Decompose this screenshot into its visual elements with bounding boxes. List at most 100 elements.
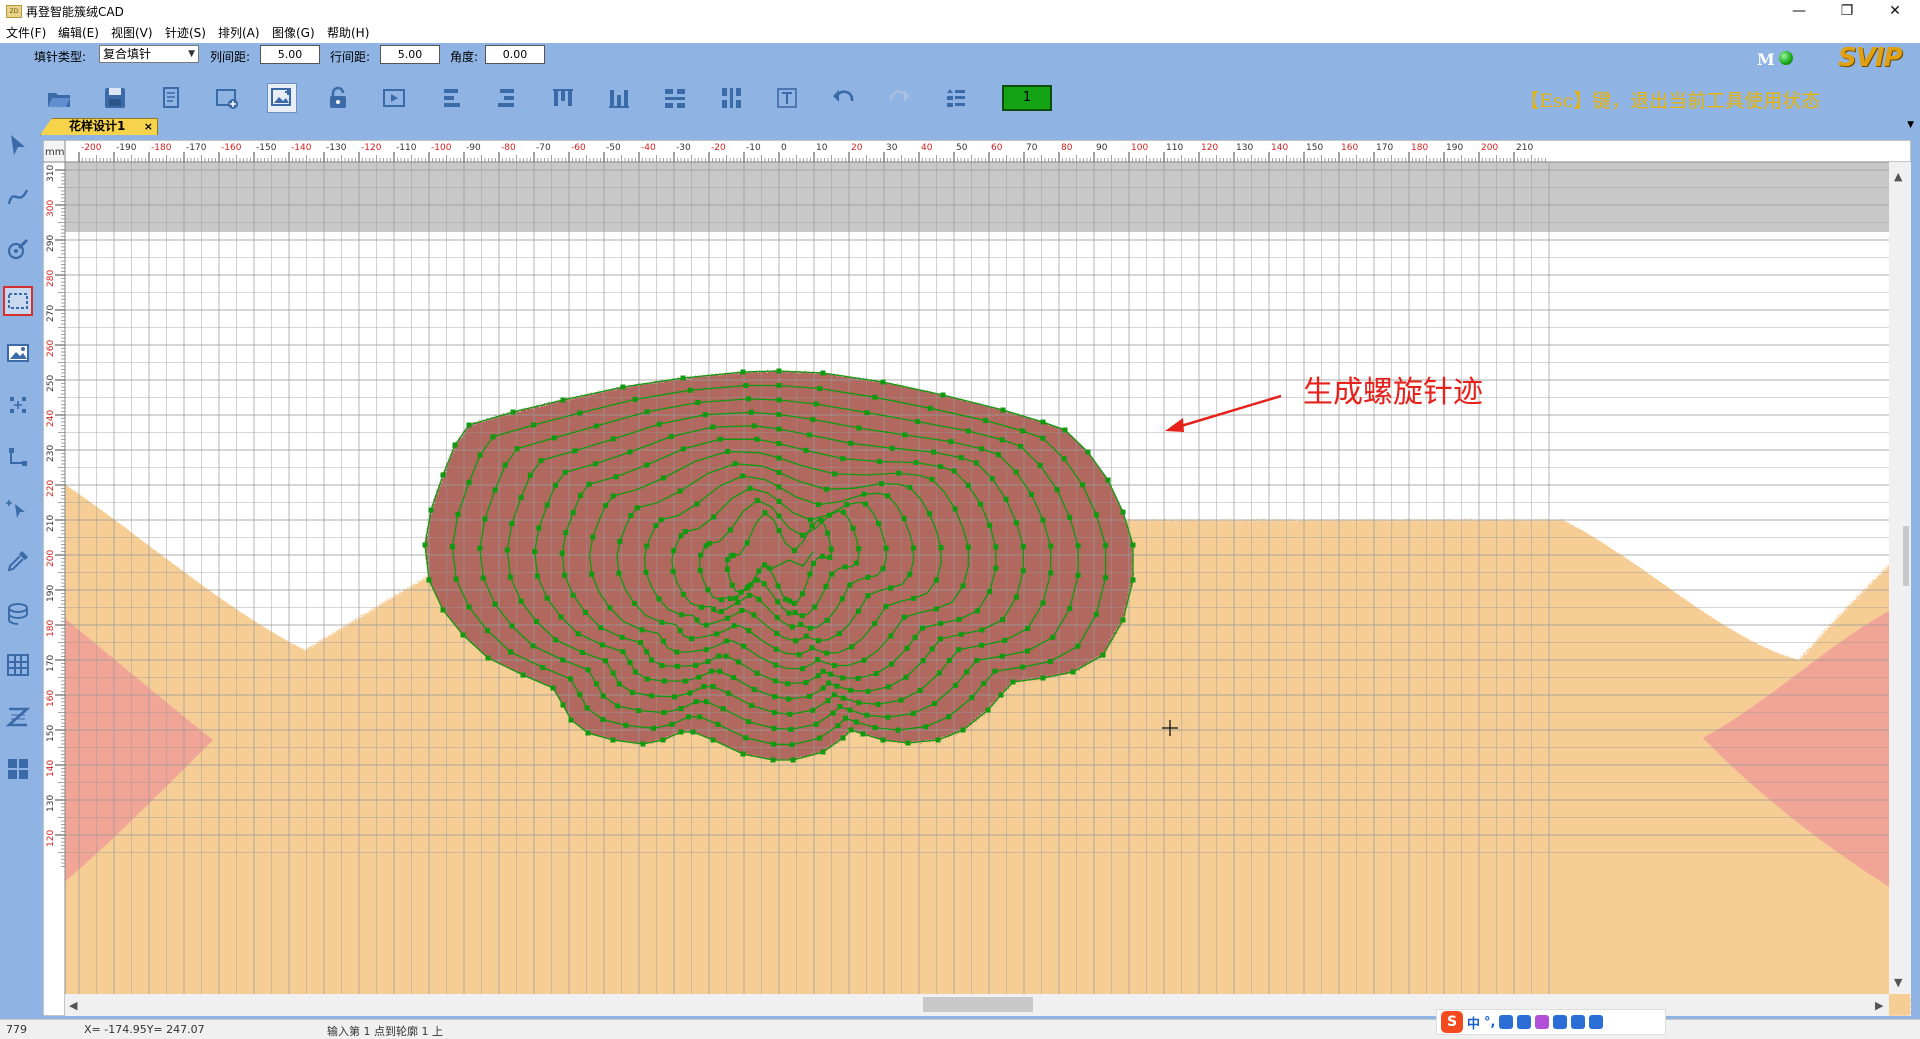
stitch-point[interactable] <box>815 673 821 679</box>
stitch-point[interactable] <box>1040 419 1046 425</box>
stitch-point[interactable] <box>756 596 762 602</box>
stitch-point[interactable] <box>553 637 559 643</box>
stitch-point[interactable] <box>931 449 937 455</box>
stitch-point[interactable] <box>965 544 971 550</box>
fill-type-select[interactable]: 复合填针 ▼ <box>99 45 199 63</box>
col-spacing-input[interactable]: 5.00 <box>260 45 320 64</box>
stitch-point[interactable] <box>981 680 987 686</box>
stitch-point[interactable] <box>607 605 613 611</box>
stitch-point[interactable] <box>723 653 729 659</box>
stitch-point[interactable] <box>974 608 980 614</box>
stitch-point[interactable] <box>453 576 459 582</box>
stitch-point[interactable] <box>518 495 524 501</box>
stitch-point[interactable] <box>509 623 515 629</box>
stitch-point[interactable] <box>751 612 757 618</box>
stitch-point[interactable] <box>864 712 870 718</box>
stitch-point[interactable] <box>1020 664 1026 670</box>
stitch-point[interactable] <box>923 724 929 730</box>
stitch-point[interactable] <box>889 661 895 667</box>
menu-file[interactable]: 文件(F) <box>6 24 46 41</box>
stitch-point[interactable] <box>482 516 488 522</box>
stitch-point[interactable] <box>855 675 861 681</box>
stitch-point[interactable] <box>466 480 472 486</box>
stitch-point[interactable] <box>570 510 576 516</box>
stitch-point[interactable] <box>910 710 916 716</box>
stitch-point[interactable] <box>912 634 918 640</box>
stitch-point[interactable] <box>1105 477 1111 483</box>
stitch-point[interactable] <box>872 394 878 400</box>
scroll-right-icon[interactable]: ▶ <box>1875 999 1884 1012</box>
stitch-point[interactable] <box>1000 617 1006 623</box>
ime-toolbar[interactable]: S 中 °, <box>1436 1009 1666 1035</box>
stitch-point[interactable] <box>789 742 795 748</box>
stitch-point[interactable] <box>999 653 1005 659</box>
stitch-point[interactable] <box>694 617 700 623</box>
stitch-point[interactable] <box>735 599 741 605</box>
stitch-point[interactable] <box>504 547 510 553</box>
connect-icon[interactable] <box>3 442 33 472</box>
stitch-point[interactable] <box>903 674 909 680</box>
stitch-point[interactable] <box>840 695 846 701</box>
stitch-point[interactable] <box>835 723 841 729</box>
stitch-point[interactable] <box>671 548 677 554</box>
stitch-point[interactable] <box>973 460 979 466</box>
stitch-point[interactable] <box>644 543 650 549</box>
stitch-point[interactable] <box>449 544 455 550</box>
open-folder-icon[interactable] <box>44 83 74 113</box>
stitch-point[interactable] <box>568 676 574 682</box>
stitch-point[interactable] <box>1130 542 1136 548</box>
stitch-point[interactable] <box>631 600 637 606</box>
stitch-point[interactable] <box>627 449 633 455</box>
menu-arrange[interactable]: 排列(A) <box>218 24 260 41</box>
stitch-point[interactable] <box>850 525 856 531</box>
stitch-point[interactable] <box>983 418 989 424</box>
stitch-point[interactable] <box>725 448 731 454</box>
stitch-point[interactable] <box>987 522 993 528</box>
stitch-point[interactable] <box>861 491 867 497</box>
stitch-point[interactable] <box>946 714 952 720</box>
zigzag-icon[interactable] <box>3 702 33 732</box>
stitch-point[interactable] <box>772 694 778 700</box>
stitch-point[interactable] <box>428 507 434 513</box>
stitch-point[interactable] <box>842 564 848 570</box>
stitch-point[interactable] <box>953 682 959 688</box>
stitch-point[interactable] <box>661 710 667 716</box>
stitch-point[interactable] <box>610 670 616 676</box>
stitch-point[interactable] <box>744 540 750 546</box>
stitch-point[interactable] <box>729 582 735 588</box>
stitch-point[interactable] <box>568 717 574 723</box>
stitch-point[interactable] <box>1029 491 1035 497</box>
stitch-point[interactable] <box>817 735 823 741</box>
stitch-point[interactable] <box>810 416 816 422</box>
stitch-point[interactable] <box>1075 543 1081 549</box>
stitch-point[interactable] <box>919 625 925 631</box>
vertical-scroll-thumb[interactable] <box>1903 526 1909 586</box>
stitch-point[interactable] <box>724 615 730 621</box>
stitch-point[interactable] <box>889 445 895 451</box>
stitch-point[interactable] <box>532 549 538 555</box>
tiles-icon[interactable] <box>3 754 33 784</box>
stitch-point[interactable] <box>1025 625 1031 631</box>
stitch-point[interactable] <box>876 520 882 526</box>
stitch-point[interactable] <box>958 455 964 461</box>
distribute-v-icon[interactable] <box>716 83 746 113</box>
stitch-point[interactable] <box>913 460 919 466</box>
stitch-point[interactable] <box>748 409 754 415</box>
stitch-point[interactable] <box>514 446 520 452</box>
pattern-counter[interactable]: 1 <box>1002 85 1052 111</box>
stitch-point[interactable] <box>669 721 675 727</box>
text-icon[interactable] <box>772 83 802 113</box>
stitch-point[interactable] <box>1075 643 1081 649</box>
stitch-point[interactable] <box>775 599 781 605</box>
stitch-point[interactable] <box>738 589 744 595</box>
stitch-point[interactable] <box>600 717 606 723</box>
document-icon[interactable] <box>156 83 186 113</box>
stitch-point[interactable] <box>883 545 889 551</box>
stitch-point[interactable] <box>466 604 472 610</box>
stitch-point[interactable] <box>989 476 995 482</box>
stitch-point[interactable] <box>809 523 815 529</box>
stitch-point[interactable] <box>776 484 782 490</box>
stitch-point[interactable] <box>929 646 935 652</box>
stitch-point[interactable] <box>803 680 809 686</box>
stitch-point[interactable] <box>800 666 806 672</box>
